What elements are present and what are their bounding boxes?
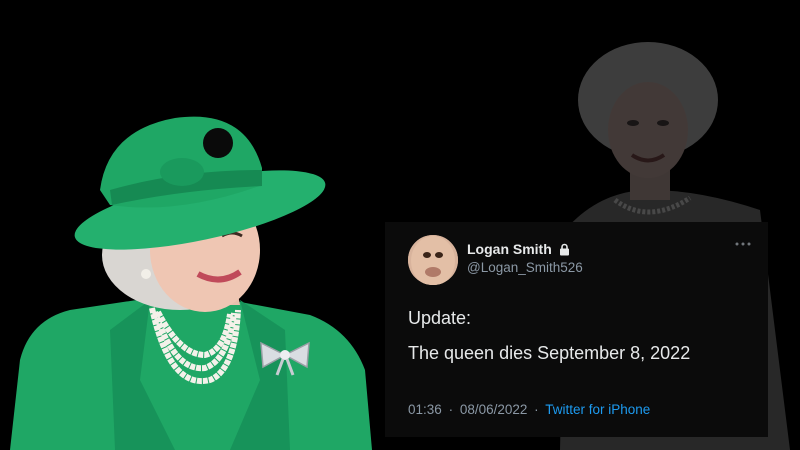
display-name[interactable]: Logan Smith — [467, 241, 552, 257]
avatar[interactable] — [408, 235, 458, 285]
image-canvas: Logan Smith @Logan_Smith526 Update: The … — [0, 0, 800, 450]
tweet-time[interactable]: 01:36 — [408, 402, 442, 417]
user-handle[interactable]: @Logan_Smith526 — [467, 260, 583, 275]
more-horizontal-icon[interactable] — [734, 240, 752, 248]
tweet-text-line: The queen dies September 8, 2022 — [408, 343, 691, 363]
lock-icon — [559, 243, 569, 255]
tweet-meta: 01:36 · 08/06/2022 · Twitter for iPhone — [408, 402, 650, 417]
tweet-source-link[interactable]: Twitter for iPhone — [545, 402, 650, 417]
green-coat — [10, 298, 372, 450]
tweet-text-line: Update: — [408, 308, 472, 328]
tweet-header: Logan Smith — [467, 241, 571, 257]
tweet-card: Logan Smith @Logan_Smith526 Update: The … — [385, 222, 768, 437]
photo-figure — [10, 116, 372, 450]
tweet-date[interactable]: 08/06/2022 — [460, 402, 528, 417]
separator: · — [534, 402, 539, 417]
separator: · — [448, 402, 454, 417]
